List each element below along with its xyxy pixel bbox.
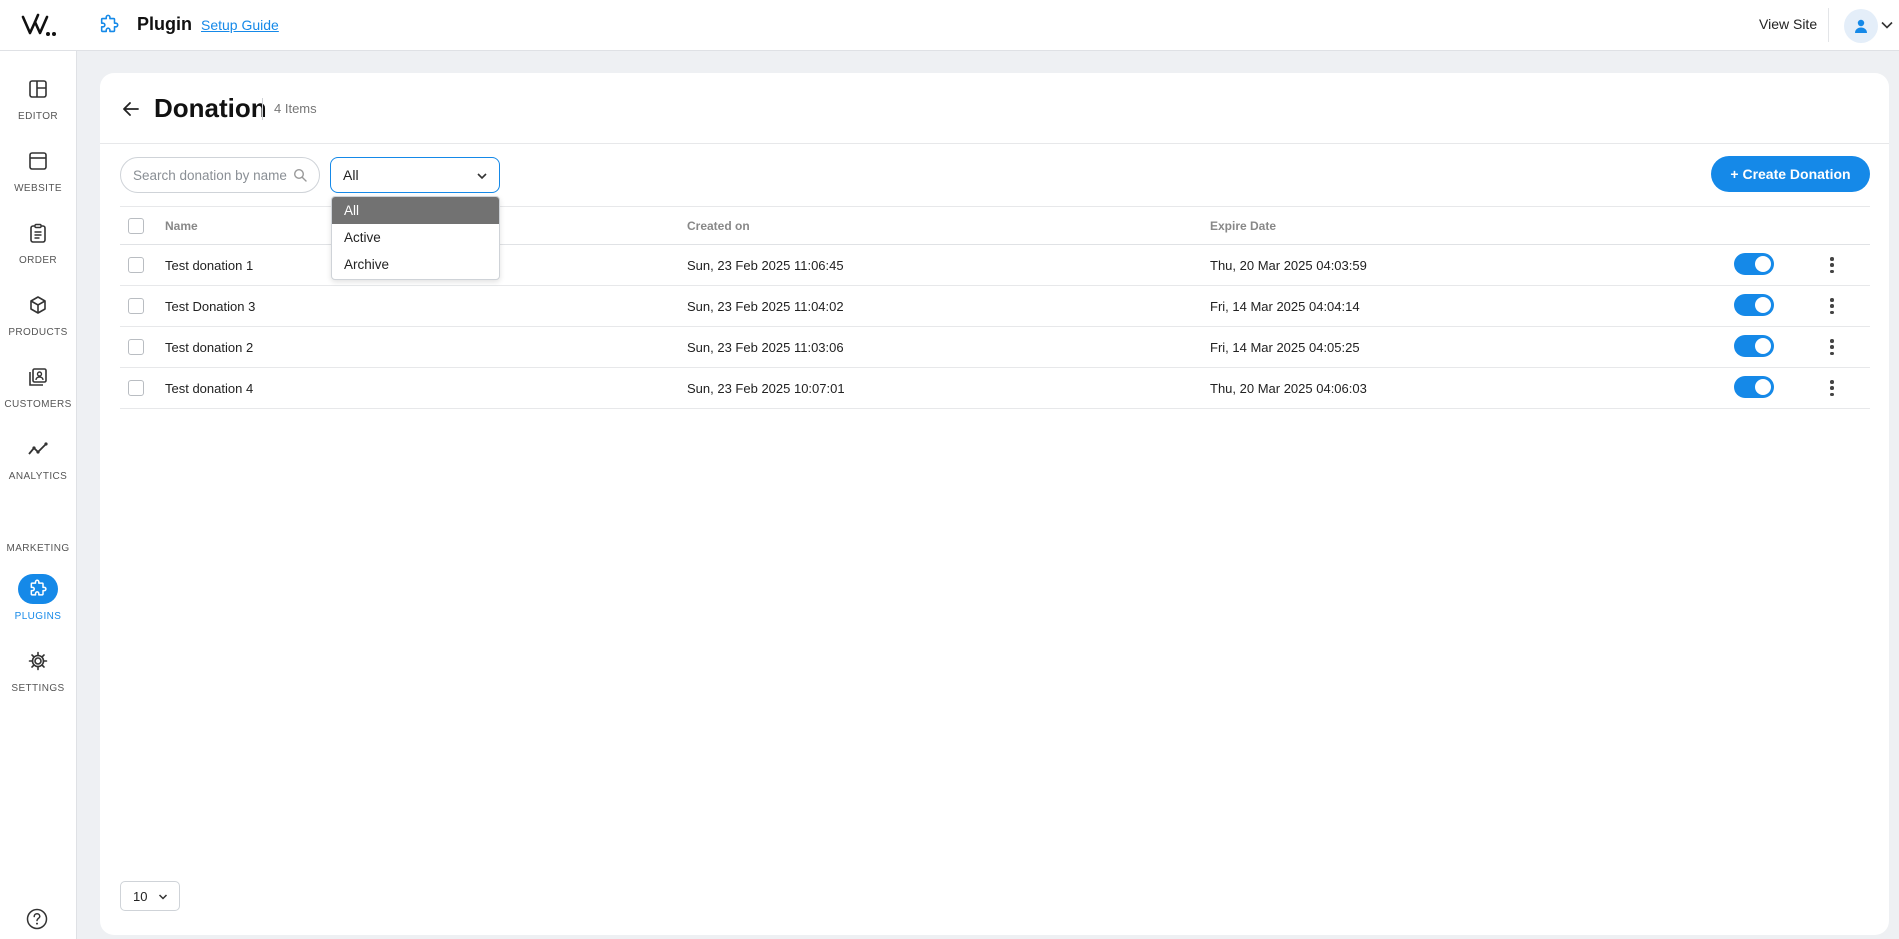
help-icon[interactable] bbox=[26, 908, 48, 930]
search-icon bbox=[293, 168, 307, 182]
filter-option-active[interactable]: Active bbox=[332, 224, 499, 251]
table-row[interactable]: Test donation 4 Sun, 23 Feb 2025 10:07:0… bbox=[120, 368, 1870, 409]
item-count: 4 Items bbox=[274, 101, 317, 116]
sidebar-item-website[interactable]: WEBSITE bbox=[0, 146, 76, 208]
created-date: Sun, 23 Feb 2025 10:07:01 bbox=[687, 381, 845, 396]
sidebar-item-order[interactable]: ORDER bbox=[0, 218, 76, 280]
sidebar-item-label: WEBSITE bbox=[14, 183, 62, 194]
column-header-expire[interactable]: Expire Date bbox=[1210, 219, 1276, 233]
more-options-icon[interactable] bbox=[1828, 378, 1836, 398]
table-row[interactable]: Test donation 2 Sun, 23 Feb 2025 11:03:0… bbox=[120, 327, 1870, 368]
sidebar-item-products[interactable]: PRODUCTS bbox=[0, 290, 76, 352]
sidebar-item-label: ORDER bbox=[18, 255, 58, 266]
more-options-icon[interactable] bbox=[1828, 255, 1836, 275]
donation-name[interactable]: Test Donation 3 bbox=[165, 299, 255, 314]
donation-name[interactable]: Test donation 1 bbox=[165, 258, 253, 273]
more-options-icon[interactable] bbox=[1828, 337, 1836, 357]
search-input[interactable] bbox=[133, 167, 293, 183]
page-size-value: 10 bbox=[133, 888, 148, 904]
chevron-down-icon bbox=[158, 894, 168, 900]
order-icon bbox=[18, 218, 58, 248]
filter-option-archive[interactable]: Archive bbox=[332, 251, 499, 278]
chevron-down-icon bbox=[477, 173, 487, 180]
products-icon bbox=[18, 290, 58, 320]
status-toggle[interactable] bbox=[1734, 294, 1774, 316]
sidebar-item-label: EDITOR bbox=[18, 111, 58, 122]
status-toggle[interactable] bbox=[1734, 253, 1774, 275]
top-header: Plugin Setup Guide View Site bbox=[0, 0, 1899, 51]
more-options-icon[interactable] bbox=[1828, 296, 1836, 316]
row-checkbox[interactable] bbox=[128, 380, 144, 396]
created-date: Sun, 23 Feb 2025 11:04:02 bbox=[687, 299, 844, 314]
logo-icon bbox=[21, 13, 56, 36]
brand-logo[interactable] bbox=[0, 0, 77, 51]
expire-date: Fri, 14 Mar 2025 04:04:14 bbox=[1210, 299, 1360, 314]
sidebar-item-editor[interactable]: EDITOR bbox=[0, 74, 76, 136]
header-divider bbox=[1828, 8, 1829, 42]
create-donation-button[interactable]: + Create Donation bbox=[1711, 156, 1870, 192]
view-site-link[interactable]: View Site bbox=[1759, 16, 1817, 32]
gear-icon bbox=[18, 646, 58, 676]
column-header-name[interactable]: Name bbox=[165, 219, 198, 233]
row-checkbox[interactable] bbox=[128, 298, 144, 314]
page-size-select[interactable]: 10 bbox=[120, 881, 180, 911]
status-toggle[interactable] bbox=[1734, 376, 1774, 398]
search-box[interactable] bbox=[120, 157, 320, 193]
header-divider bbox=[100, 143, 1889, 144]
sidebar-item-label: MARKETING bbox=[6, 543, 70, 554]
sidebar-item-analytics[interactable]: ANALYTICS bbox=[0, 434, 76, 496]
expire-date: Thu, 20 Mar 2025 04:06:03 bbox=[1210, 381, 1367, 396]
row-checkbox[interactable] bbox=[128, 257, 144, 273]
sidebar-item-plugins[interactable]: PLUGINS bbox=[0, 574, 76, 636]
setup-guide-link[interactable]: Setup Guide bbox=[201, 17, 279, 33]
puzzle-icon bbox=[100, 14, 119, 33]
content-card: Donation 4 Items All All Active Archive … bbox=[100, 73, 1889, 935]
donation-name[interactable]: Test donation 4 bbox=[165, 381, 253, 396]
sidebar: EDITOR WEBSITE ORDER PRODUCTS CUSTOMERS … bbox=[0, 51, 77, 939]
select-all-checkbox[interactable] bbox=[128, 218, 144, 234]
page-title: Donation bbox=[154, 93, 267, 123]
avatar[interactable] bbox=[1844, 9, 1878, 43]
analytics-icon bbox=[18, 434, 58, 464]
sidebar-item-settings[interactable]: SETTINGS bbox=[0, 646, 76, 708]
puzzle-icon bbox=[18, 574, 58, 604]
table-row[interactable]: Test Donation 3 Sun, 23 Feb 2025 11:04:0… bbox=[120, 286, 1870, 327]
status-filter-dropdown: All Active Archive bbox=[331, 196, 500, 280]
row-checkbox[interactable] bbox=[128, 339, 144, 355]
expire-date: Thu, 20 Mar 2025 04:03:59 bbox=[1210, 258, 1367, 273]
created-date: Sun, 23 Feb 2025 11:06:45 bbox=[687, 258, 844, 273]
filter-option-all[interactable]: All bbox=[332, 197, 499, 224]
editor-icon bbox=[18, 74, 58, 104]
sidebar-item-marketing[interactable]: MARKETING bbox=[0, 506, 76, 568]
back-arrow-icon[interactable] bbox=[120, 98, 142, 120]
status-toggle[interactable] bbox=[1734, 335, 1774, 357]
customers-icon bbox=[18, 362, 58, 392]
website-icon bbox=[18, 146, 58, 176]
header-title: Plugin bbox=[137, 14, 192, 34]
sidebar-item-customers[interactable]: CUSTOMERS bbox=[0, 362, 76, 424]
user-icon bbox=[1855, 19, 1867, 33]
donation-name[interactable]: Test donation 2 bbox=[165, 340, 253, 355]
sidebar-item-label: ANALYTICS bbox=[8, 471, 68, 482]
status-filter-value: All bbox=[343, 167, 359, 183]
expire-date: Fri, 14 Mar 2025 04:05:25 bbox=[1210, 340, 1360, 355]
created-date: Sun, 23 Feb 2025 11:03:06 bbox=[687, 340, 844, 355]
marketing-icon bbox=[18, 506, 58, 536]
sidebar-item-label: PRODUCTS bbox=[8, 327, 68, 338]
sidebar-item-label: SETTINGS bbox=[11, 683, 65, 694]
column-header-created[interactable]: Created on bbox=[687, 219, 750, 233]
status-filter-select[interactable]: All bbox=[330, 157, 500, 193]
title-divider bbox=[262, 98, 263, 120]
sidebar-item-label: CUSTOMERS bbox=[4, 399, 72, 410]
chevron-down-icon[interactable] bbox=[1880, 18, 1894, 32]
sidebar-item-label: PLUGINS bbox=[14, 611, 62, 622]
